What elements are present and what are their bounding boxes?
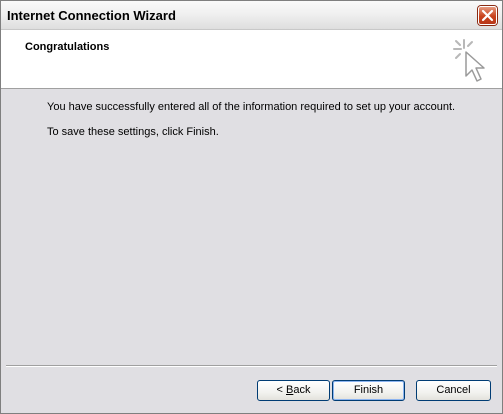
back-button[interactable]: < Back xyxy=(257,380,330,401)
cancel-button[interactable]: Cancel xyxy=(416,380,491,401)
close-icon xyxy=(481,9,494,22)
wizard-cursor-icon xyxy=(453,39,485,82)
title-bar[interactable]: Internet Connection Wizard xyxy=(1,1,502,30)
wizard-header: Congratulations xyxy=(1,30,502,89)
button-divider xyxy=(6,365,497,367)
wizard-window: Internet Connection Wizard Congratulatio… xyxy=(0,0,503,414)
window-title: Internet Connection Wizard xyxy=(7,8,176,23)
back-label-rest: ack xyxy=(293,384,311,396)
finish-button[interactable]: Finish xyxy=(332,380,405,401)
page-title: Congratulations xyxy=(25,41,110,53)
close-button[interactable] xyxy=(478,6,497,25)
back-prefix: < xyxy=(276,384,286,396)
finish-instruction: To save these settings, click Finish. xyxy=(47,126,219,138)
wizard-content: You have successfully entered all of the… xyxy=(1,89,502,363)
success-message: You have successfully entered all of the… xyxy=(47,101,456,113)
